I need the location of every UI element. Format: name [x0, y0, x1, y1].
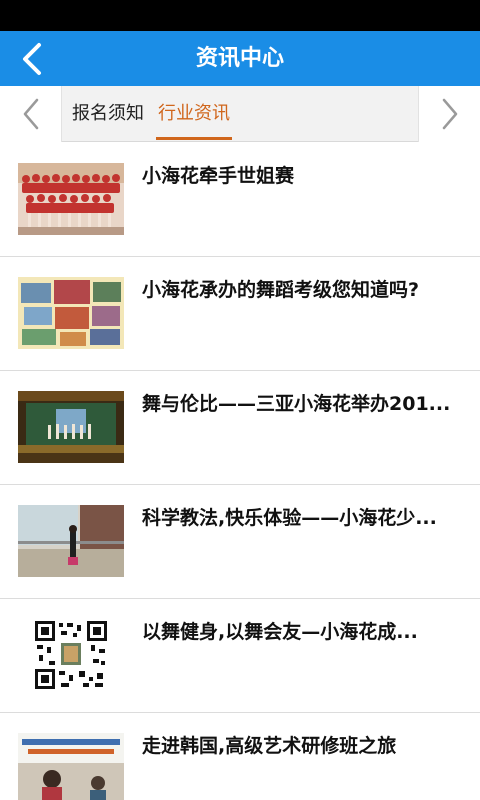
news-thumbnail — [18, 391, 124, 463]
chevron-right-icon — [442, 98, 457, 130]
news-title: 小海花承办的舞蹈考级您知道吗? — [142, 279, 420, 301]
app-bar: 资讯中心 — [0, 31, 480, 86]
news-thumbnail — [18, 505, 124, 577]
news-list-item[interactable]: 小海花牵手世姐赛 — [0, 143, 480, 257]
tab-scroll-left-button[interactable] — [0, 86, 62, 142]
news-list-item[interactable]: 科学教法,快乐体验——小海花少... — [0, 485, 480, 599]
status-bar — [0, 0, 480, 31]
chevron-left-icon — [23, 98, 38, 130]
category-tab-strip: 报名须知 行业资讯 — [0, 86, 480, 142]
news-title: 小海花牵手世姐赛 — [142, 165, 295, 187]
news-thumbnail — [18, 277, 124, 349]
tab-scroll-right-button[interactable] — [418, 86, 480, 142]
tab-industry-news[interactable]: 行业资讯 — [152, 86, 236, 142]
news-title: 以舞健身,以舞会友—小海花成... — [142, 621, 418, 643]
tab-registration-notice[interactable]: 报名须知 — [66, 86, 150, 142]
tab-list: 报名须知 行业资讯 — [62, 86, 418, 142]
news-list-item[interactable]: 小海花承办的舞蹈考级您知道吗? — [0, 257, 480, 371]
news-thumbnail — [18, 619, 124, 691]
news-list: 小海花牵手世姐赛 小海花承办的舞蹈考级您知道吗? 舞与伦比——三亚小海花举办20… — [0, 143, 480, 800]
news-title: 走进韩国,高级艺术研修班之旅 — [142, 735, 397, 757]
news-list-item[interactable]: 走进韩国,高级艺术研修班之旅 — [0, 713, 480, 800]
news-thumbnail — [18, 163, 124, 235]
news-list-item[interactable]: 舞与伦比——三亚小海花举办201... — [0, 371, 480, 485]
news-thumbnail — [18, 733, 124, 800]
news-title: 科学教法,快乐体验——小海花少... — [142, 507, 437, 529]
news-title: 舞与伦比——三亚小海花举办201... — [142, 393, 451, 415]
page-title: 资讯中心 — [195, 46, 284, 71]
news-list-item[interactable]: 以舞健身,以舞会友—小海花成... — [0, 599, 480, 713]
